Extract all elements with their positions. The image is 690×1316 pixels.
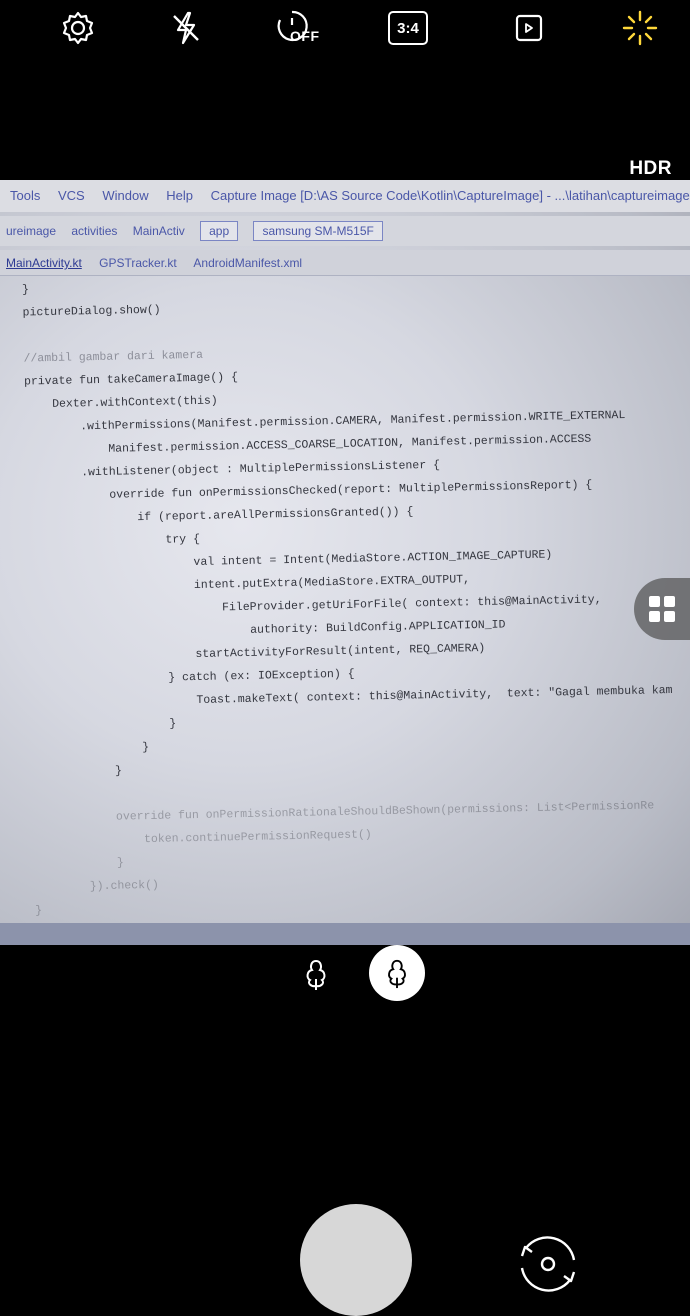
flash-button[interactable] xyxy=(158,6,214,50)
hdr-indicator[interactable]: HDR xyxy=(629,158,672,180)
camera-top-bar: OFF 3:4 xyxy=(0,0,690,60)
code-line: }).check() xyxy=(34,878,159,895)
ide-toolbar: ureimage activities MainActiv app samsun… xyxy=(0,216,690,246)
tree-outline-icon xyxy=(306,959,326,990)
ide-window-title: Capture Image [D:\AS Source Code\Kotlin\… xyxy=(210,188,690,203)
ide-menu-item: VCS xyxy=(57,188,85,203)
windows-taskbar xyxy=(0,923,690,945)
code-line: } xyxy=(35,904,43,918)
filter-option-left[interactable] xyxy=(296,954,336,994)
ide-menubar: Tools VCS Window Help Capture Image [D:\… xyxy=(0,180,690,212)
gear-icon xyxy=(62,11,94,45)
effects-button[interactable] xyxy=(612,6,668,50)
switch-camera-icon xyxy=(520,1236,576,1292)
ide-breadcrumb: MainActiv xyxy=(132,224,185,238)
motion-photo-icon xyxy=(515,14,543,42)
flash-off-icon xyxy=(173,11,199,45)
ide-menu-item: Tools xyxy=(10,188,41,203)
ide-editor-tabs: MainActivity.kt GPSTracker.kt AndroidMan… xyxy=(0,250,690,276)
tree-selected-icon xyxy=(388,959,406,989)
ide-tab: GPSTracker.kt xyxy=(99,256,177,270)
ide-tab: MainActivity.kt xyxy=(6,256,82,270)
grid-icon xyxy=(649,596,675,622)
code-line: } xyxy=(31,740,150,757)
ide-run-config: app xyxy=(200,221,239,241)
code-line: } xyxy=(34,856,125,872)
motion-photo-button[interactable] xyxy=(500,6,556,50)
code-line: } xyxy=(21,283,30,297)
filter-option-selected[interactable] xyxy=(369,945,425,1001)
timer-button[interactable]: OFF xyxy=(268,6,324,50)
ide-tab: AndroidManifest.xml xyxy=(193,256,303,270)
ide-breadcrumb: activities xyxy=(71,224,118,238)
sparkle-icon xyxy=(622,10,658,46)
ide-breadcrumb: ureimage xyxy=(6,224,57,238)
timer-label: OFF xyxy=(290,28,320,44)
shutter-button[interactable] xyxy=(300,1204,412,1316)
ide-device-select: samsung SM-M515F xyxy=(253,221,383,241)
aspect-ratio-label: 3:4 xyxy=(388,11,428,45)
ide-menu-item: Help xyxy=(166,188,193,203)
settings-button[interactable] xyxy=(50,6,106,50)
aspect-ratio-button[interactable]: 3:4 xyxy=(380,6,436,50)
code-line: } xyxy=(32,764,123,780)
switch-camera-button[interactable] xyxy=(506,1222,590,1306)
ide-menu-item: Window xyxy=(102,188,149,203)
floating-menu-button[interactable] xyxy=(634,578,690,640)
camera-viewfinder[interactable]: Tools VCS Window Help Capture Image [D:\… xyxy=(0,180,690,945)
